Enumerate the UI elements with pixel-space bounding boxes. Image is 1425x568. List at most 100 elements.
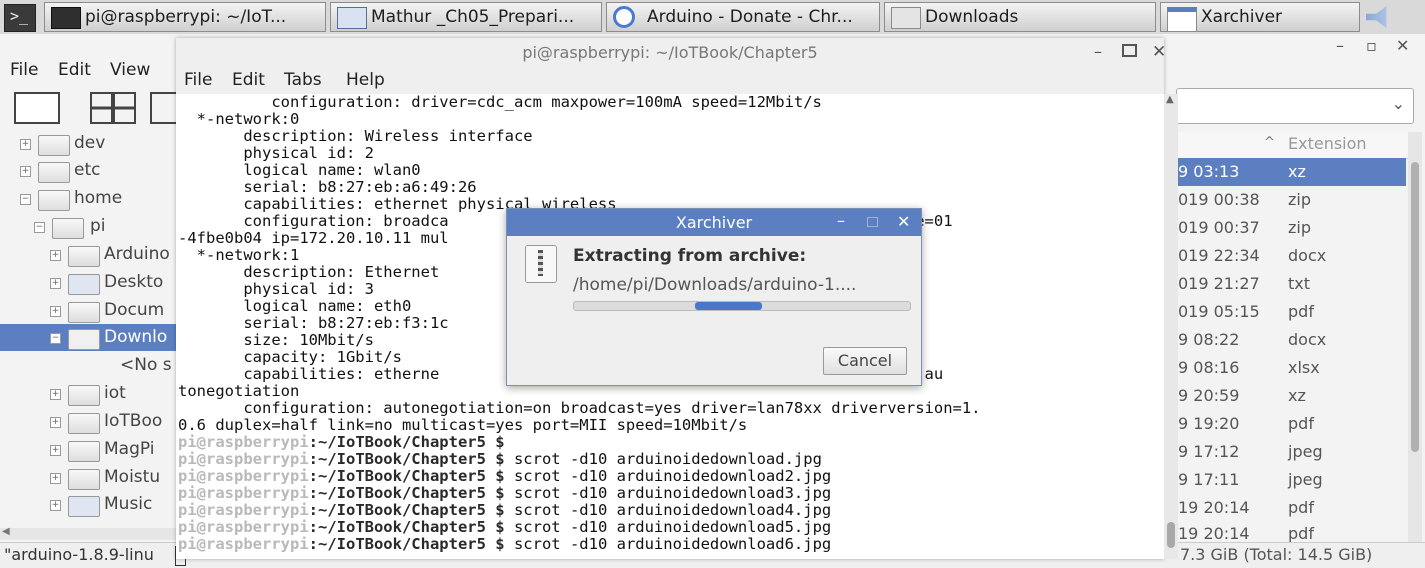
status-left: "arduino-1.8.9-linu: [4, 545, 154, 564]
file-row[interactable]: 9 17:12 jpeg: [1178, 438, 1406, 466]
tree-item-iotbook[interactable]: + IoTBoo: [0, 408, 176, 435]
collapse-icon[interactable]: −: [50, 333, 61, 344]
expand-icon[interactable]: +: [50, 500, 61, 511]
tree-item-documents[interactable]: + Docum: [0, 297, 176, 324]
folder-icon: [68, 441, 100, 462]
terminal-scrollbar[interactable]: ▲: [1164, 94, 1178, 559]
scroll-up-icon[interactable]: ▲: [1166, 94, 1174, 105]
new-archive-icon[interactable]: [14, 92, 60, 124]
close-icon[interactable]: ✕: [1152, 42, 1166, 62]
terminal-launcher-icon[interactable]: >_: [4, 4, 36, 32]
terminal-line: logical name: eth0: [178, 297, 412, 315]
maximize-icon[interactable]: ▫: [1366, 36, 1377, 55]
expand-icon[interactable]: +: [50, 250, 61, 261]
minimize-icon[interactable]: –: [1094, 42, 1102, 61]
taskbar: >_ pi@raspberrypi: ~/IoT... Mathur _Ch05…: [0, 0, 1425, 35]
chromium-icon: [613, 6, 635, 28]
grid-view-icon[interactable]: [90, 92, 136, 124]
file-row[interactable]: 019 22:34 docx: [1178, 242, 1406, 270]
tree-item-iot[interactable]: + iot: [0, 380, 176, 407]
tree-item-magpi[interactable]: + MagPi: [0, 436, 176, 463]
dialog-heading: Extracting from archive:: [573, 246, 807, 266]
archive-icon: [525, 245, 557, 283]
tree-item-moisture[interactable]: + Moistu: [0, 464, 176, 491]
menu-file[interactable]: File: [10, 60, 38, 80]
close-icon[interactable]: ✕: [897, 212, 910, 231]
folder-icon: [68, 469, 100, 490]
tree-item-pi[interactable]: − pi: [0, 213, 176, 240]
prompt-line: pi@raspberrypi:~/IoTBook/Chapter5 $ scro…: [178, 450, 822, 468]
expand-icon[interactable]: +: [50, 306, 61, 317]
tree-item-home[interactable]: − home: [0, 185, 176, 212]
menu-edit[interactable]: Edit: [58, 60, 91, 80]
terminal-line: configuration: driver=cdc_acm maxpower=1…: [178, 94, 822, 111]
file-row[interactable]: 9 03:13 xz: [1178, 158, 1406, 186]
column-extension[interactable]: Extension: [1288, 134, 1367, 153]
expand-icon[interactable]: +: [50, 473, 61, 484]
expand-icon[interactable]: +: [50, 389, 61, 400]
file-row[interactable]: 9 19:20 pdf: [1178, 410, 1406, 438]
maximize-icon[interactable]: [867, 217, 878, 227]
folder-icon: [38, 135, 70, 156]
tree-item-downloads[interactable]: − Downlo: [0, 324, 176, 351]
terminal-titlebar[interactable]: pi@raspberrypi: ~/IoTBook/Chapter5: [176, 38, 1164, 68]
taskbar-item-browser[interactable]: Arduino - Donate - Chr...: [606, 2, 880, 32]
terminal-line: serial: b8:27:eb:f3:1c: [178, 314, 449, 332]
maximize-icon[interactable]: [1122, 44, 1137, 57]
terminal-line: capacity: 1Gbit/s: [178, 348, 402, 366]
volume-icon[interactable]: [1366, 6, 1387, 28]
file-row[interactable]: 9 20:59 xz: [1178, 382, 1406, 410]
tree-item-dev[interactable]: + dev: [0, 130, 176, 157]
dialog-titlebar[interactable]: Xarchiver: [507, 209, 921, 236]
list-view-icon[interactable]: [150, 92, 176, 124]
tree-item-etc[interactable]: + etc: [0, 157, 176, 184]
scrollbar-thumb[interactable]: [1167, 522, 1175, 548]
tree-item-arduino[interactable]: + Arduino: [0, 241, 176, 268]
terminal-line: physical id: 3: [178, 280, 374, 298]
minimize-icon[interactable]: –: [837, 211, 845, 230]
path-combo[interactable]: ⌄: [1176, 88, 1414, 124]
tree-item-desktop[interactable]: + Deskto: [0, 269, 176, 296]
tree-item-placeholder: <No s: [120, 355, 172, 375]
expand-icon[interactable]: +: [20, 166, 31, 177]
menu-view[interactable]: View: [110, 60, 150, 80]
terminal-line: logical name: wlan0: [178, 161, 421, 179]
file-row[interactable]: 9 08:22 docx: [1178, 326, 1406, 354]
scrollbar-thumb[interactable]: [1411, 162, 1419, 452]
expand-icon[interactable]: +: [50, 417, 61, 428]
folder-tree: + dev + etc − home − pi + Arduino + Desk…: [0, 130, 176, 530]
menu-edit[interactable]: Edit: [232, 70, 265, 90]
file-row[interactable]: 9 17:11 jpeg: [1178, 466, 1406, 494]
expand-icon[interactable]: +: [50, 278, 61, 289]
taskbar-item-downloads[interactable]: Downloads: [884, 2, 1156, 32]
sort-up-icon: ^: [1264, 135, 1275, 150]
menu-help[interactable]: Help: [346, 70, 385, 90]
extract-progress-bar: [573, 301, 911, 311]
collapse-icon[interactable]: −: [34, 222, 45, 233]
terminal-line: configuration: autonegotiation=on broadc…: [178, 399, 981, 417]
file-list-scrollbar[interactable]: [1408, 132, 1422, 544]
file-row[interactable]: 019 00:37 zip: [1178, 214, 1406, 242]
menu-tabs[interactable]: Tabs: [284, 70, 322, 90]
cancel-button[interactable]: Cancel: [823, 347, 907, 375]
file-row[interactable]: 019 05:15 pdf: [1178, 298, 1406, 326]
taskbar-item-terminal[interactable]: pi@raspberrypi: ~/IoT...: [44, 2, 326, 32]
prompt-line: pi@raspberrypi:~/IoTBook/Chapter5 $ scro…: [178, 484, 832, 502]
file-row[interactable]: 9 08:16 xlsx: [1178, 354, 1406, 382]
taskbar-item-document[interactable]: Mathur _Ch05_Prepari...: [330, 2, 602, 32]
prompt-line: pi@raspberrypi:~/IoTBook/Chapter5 $ scro…: [178, 501, 832, 519]
minimize-icon[interactable]: –: [1336, 36, 1344, 55]
file-list-header: ^ Extension: [1176, 132, 1408, 159]
taskbar-item-xarchiver[interactable]: Xarchiver: [1160, 2, 1360, 32]
file-row[interactable]: 19 20:14 pdf: [1178, 494, 1406, 522]
file-row[interactable]: 019 21:27 txt: [1178, 270, 1406, 298]
collapse-icon[interactable]: −: [20, 194, 31, 205]
close-icon[interactable]: ✕: [1396, 36, 1409, 55]
tree-item-music[interactable]: + Music: [0, 491, 176, 518]
file-row[interactable]: 019 00:38 zip: [1178, 186, 1406, 214]
expand-icon[interactable]: +: [50, 445, 61, 456]
menu-file[interactable]: File: [184, 70, 212, 90]
terminal-line: *-network:0: [178, 110, 300, 128]
expand-icon[interactable]: +: [20, 139, 31, 150]
terminal-line: -4fbe0b04 ip=172.20.10.11 mul: [178, 229, 449, 247]
